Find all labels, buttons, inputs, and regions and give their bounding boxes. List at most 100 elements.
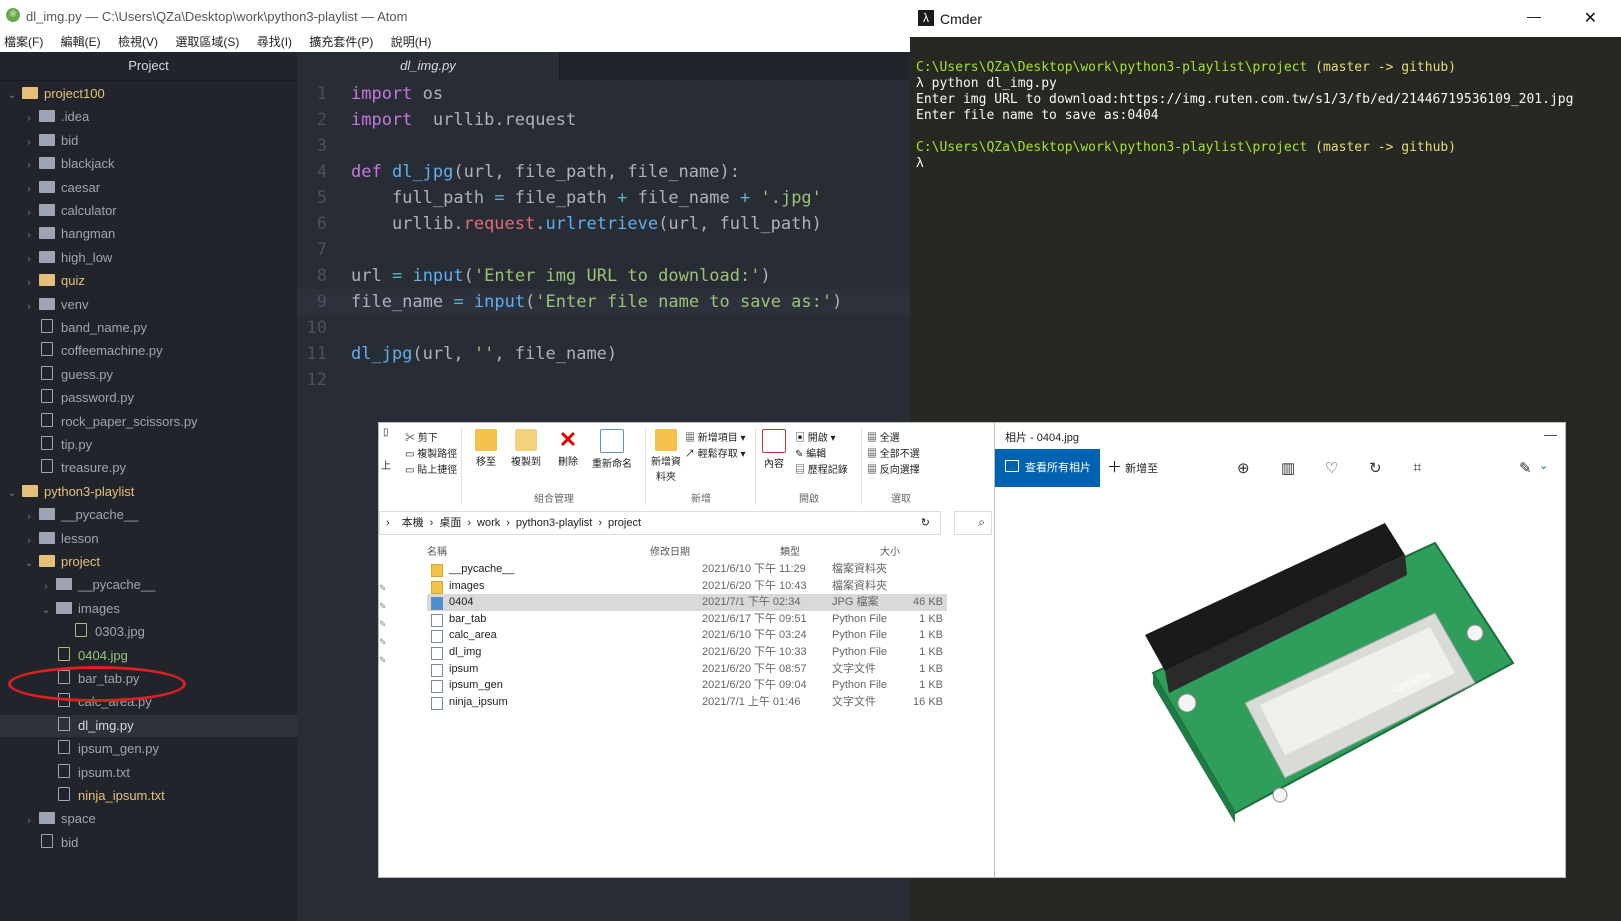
tree-item[interactable]: coffeemachine.py bbox=[0, 340, 320, 362]
file-row[interactable]: calc_area 2021/6/10 下午 03:24 Python File 1 … bbox=[427, 627, 947, 644]
file-row[interactable]: bar_tab 2021/6/17 下午 09:51 Python File 1 KB bbox=[427, 611, 947, 628]
breadcrumb-item[interactable]: project bbox=[608, 517, 641, 529]
paste-icon[interactable]: ▯ bbox=[383, 427, 389, 438]
file-type: 文字文件 bbox=[832, 695, 876, 708]
new-item-button[interactable]: ▦ 新增項目 ▾ bbox=[685, 429, 746, 444]
tree-item[interactable]: ipsum.txt bbox=[0, 762, 337, 784]
copy-to-button[interactable]: 複製到 bbox=[507, 429, 545, 468]
tree-item[interactable]: › calculator bbox=[0, 200, 320, 222]
terminal-prompt[interactable]: λ bbox=[916, 156, 924, 172]
menu-find[interactable]: 尋找(I) bbox=[257, 32, 292, 52]
menu-help[interactable]: 說明(H) bbox=[391, 32, 432, 52]
tree-item[interactable]: ⌄ images bbox=[0, 598, 337, 620]
properties-button[interactable]: 內容 bbox=[759, 429, 789, 470]
select-all-button[interactable]: ▦ 全選 bbox=[867, 429, 900, 444]
menu-packages[interactable]: 擴充套件(P) bbox=[309, 32, 373, 52]
tree-item[interactable]: bid bbox=[0, 832, 320, 854]
delete-button[interactable]: ✕ 刪除 bbox=[551, 429, 585, 469]
cmder-lambda-icon: λ bbox=[918, 10, 934, 26]
select-none-button[interactable]: ▦ 全部不選 bbox=[867, 445, 920, 460]
tree-item[interactable]: ipsum_gen.py bbox=[0, 738, 337, 760]
file-size: 1 KB bbox=[919, 679, 943, 692]
tree-item[interactable]: treasure.py bbox=[0, 457, 320, 479]
rotate-icon[interactable]: ↻ bbox=[1369, 459, 1382, 477]
tree-item[interactable]: › venv bbox=[0, 294, 320, 316]
menu-edit[interactable]: 編輯(E) bbox=[61, 32, 101, 52]
tree-item[interactable]: › blackjack bbox=[0, 153, 320, 175]
favorite-icon[interactable]: ♡ bbox=[1325, 459, 1338, 477]
edit-button[interactable]: ✎ 編輯 bbox=[795, 445, 826, 460]
invert-selection-button[interactable]: ▦ 反向選擇 bbox=[867, 461, 920, 476]
file-size: 16 KB bbox=[913, 695, 943, 708]
tree-item[interactable]: › .idea bbox=[0, 106, 320, 128]
close-icon[interactable]: ✕ bbox=[1584, 8, 1597, 28]
easy-access-button[interactable]: ↗ 輕鬆存取 ▾ bbox=[685, 445, 746, 460]
column-type[interactable]: 類型 bbox=[780, 543, 800, 558]
tree-item[interactable]: dl_img.py bbox=[0, 714, 337, 737]
file-size: 1 KB bbox=[919, 629, 943, 642]
copy-path-button[interactable]: ▭ 複製路徑 bbox=[405, 445, 457, 460]
minimize-icon[interactable]: — bbox=[1527, 8, 1541, 24]
add-to-button[interactable]: ＋ 新增至 bbox=[1107, 449, 1158, 487]
breadcrumb-item[interactable]: 桌面 bbox=[439, 517, 461, 529]
tree-item[interactable]: 0404.jpg bbox=[0, 645, 337, 667]
code-line: 6 urllib.request.urlretrieve(url, full_p… bbox=[316, 214, 822, 234]
file-row[interactable]: __pycache__ 2021/6/10 下午 11:29 檔案資料夾 bbox=[427, 561, 947, 578]
tree-item[interactable]: › lesson bbox=[0, 528, 320, 550]
tree-item[interactable]: guess.py bbox=[0, 364, 320, 386]
delete-icon[interactable]: ▥ bbox=[1281, 459, 1295, 477]
menu-file[interactable]: 檔案(F) bbox=[4, 32, 43, 52]
column-date[interactable]: 修改日期 bbox=[650, 543, 690, 558]
tab-dl-img[interactable]: dl_img.py bbox=[297, 52, 560, 80]
code-line-current: 9 file_name = input('Enter file name to s… bbox=[297, 289, 910, 315]
new-folder-button[interactable]: 新增資料夾 bbox=[651, 429, 681, 483]
tree-item[interactable]: › __pycache__ bbox=[0, 504, 320, 526]
tree-item[interactable]: ⌄ python3-playlist bbox=[0, 481, 303, 503]
column-name[interactable]: 名稱 bbox=[427, 543, 447, 558]
column-size[interactable]: 大小 bbox=[880, 543, 900, 558]
file-row[interactable]: ninja_ipsum 2021/7/1 上午 01:46 文字文件 16 KB bbox=[427, 694, 947, 711]
folder-icon bbox=[39, 110, 55, 123]
tree-item[interactable]: › space bbox=[0, 808, 320, 830]
move-to-button[interactable]: 移至 bbox=[469, 429, 503, 468]
zoom-icon[interactable]: ⊕ bbox=[1237, 459, 1250, 477]
menu-view[interactable]: 檢視(V) bbox=[118, 32, 158, 52]
tree-item[interactable]: › caesar bbox=[0, 177, 320, 199]
breadcrumb-item[interactable]: python3-playlist bbox=[516, 517, 592, 529]
tree-item[interactable]: ⌄ project bbox=[0, 551, 320, 573]
chevron-down-icon[interactable]: ⌄ bbox=[1539, 459, 1548, 472]
rename-button[interactable]: 重新命名 bbox=[587, 429, 637, 470]
tree-item[interactable]: band_name.py bbox=[0, 317, 320, 339]
breadcrumb-item[interactable]: work bbox=[477, 517, 500, 529]
crop-icon[interactable]: ⌗ bbox=[1413, 459, 1421, 476]
address-bar[interactable]: › 本機 › 桌面 › work › python3-playlist › project ↻ bbox=[379, 511, 941, 535]
see-all-photos-button[interactable]: 查看所有相片 bbox=[995, 449, 1100, 487]
tree-item[interactable]: rock_paper_scissors.py bbox=[0, 411, 320, 433]
file-row[interactable]: ipsum 2021/6/20 下午 08:57 文字文件 1 KB bbox=[427, 661, 947, 678]
tree-item[interactable]: › __pycache__ bbox=[0, 574, 337, 596]
tree-item[interactable]: › bid bbox=[0, 130, 320, 152]
cut-button[interactable]: ✂ 剪下 bbox=[405, 429, 438, 444]
file-row[interactable]: ipsum_gen 2021/6/20 下午 09:04 Python File 1 … bbox=[427, 677, 947, 694]
menu-selection[interactable]: 選取區域(S) bbox=[175, 32, 239, 52]
file-icon bbox=[431, 680, 443, 694]
paste-shortcut-button[interactable]: ▭ 貼上捷徑 bbox=[405, 461, 457, 476]
search-input[interactable]: ⌕ bbox=[954, 511, 992, 535]
file-row[interactable]: images 2021/6/20 下午 10:43 檔案資料夾 bbox=[427, 578, 947, 595]
refresh-icon[interactable]: ↻ bbox=[921, 512, 930, 534]
close-icon[interactable]: — bbox=[1544, 427, 1557, 442]
tree-item[interactable]: tip.py bbox=[0, 434, 320, 456]
tree-item[interactable]: ⌄ project100 bbox=[0, 83, 303, 105]
file-icon bbox=[41, 833, 53, 848]
tree-item[interactable]: › high_low bbox=[0, 247, 320, 269]
tree-item[interactable]: ninja_ipsum.txt bbox=[0, 785, 337, 807]
file-row[interactable]: dl_img 2021/6/20 下午 10:33 Python File 1 KB bbox=[427, 644, 947, 661]
file-row[interactable]: 0404 2021/7/1 下午 02:34 JPG 檔案 46 KB bbox=[427, 594, 947, 612]
history-button[interactable]: ▤ 歷程記錄 bbox=[795, 461, 848, 476]
tree-item[interactable]: › hangman bbox=[0, 223, 320, 245]
open-button[interactable]: ▣ 開啟 ▾ bbox=[795, 429, 836, 444]
edit-create-icon[interactable]: ✎ bbox=[1519, 459, 1532, 477]
breadcrumb-item[interactable]: 本機 bbox=[402, 517, 424, 529]
tree-item[interactable]: password.py bbox=[0, 387, 320, 409]
tree-item[interactable]: › quiz bbox=[0, 270, 320, 292]
